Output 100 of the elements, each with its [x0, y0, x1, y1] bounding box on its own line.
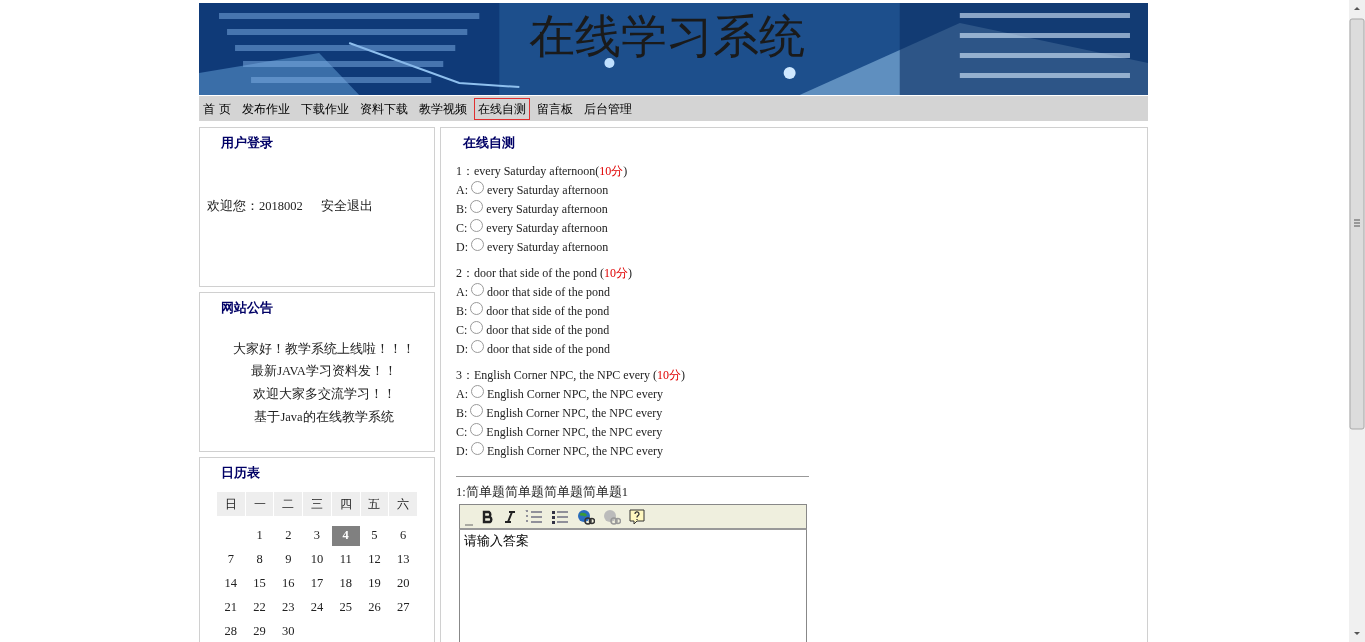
weekday-header: 五 [360, 491, 389, 516]
calendar-day[interactable]: 13 [389, 549, 417, 570]
weekday-header: 一 [245, 491, 274, 516]
option-text: door that side of the pond [486, 302, 610, 319]
radio-button[interactable] [470, 301, 484, 315]
weekday-header: 三 [303, 491, 331, 516]
calendar-day[interactable]: 24 [303, 597, 331, 618]
calendar-day[interactable]: 15 [245, 573, 274, 594]
calendar-day[interactable]: 19 [360, 573, 389, 594]
calendar-day[interactable]: 23 [274, 597, 303, 618]
weekday-header: 四 [331, 491, 360, 516]
nav-link[interactable]: 首 页 [199, 97, 235, 120]
option-letter: A: [456, 181, 468, 198]
nav-link[interactable]: 在线自测 [473, 97, 530, 120]
calendar-day[interactable]: 22 [245, 597, 274, 618]
option-letter: C: [456, 219, 468, 236]
option-text: door that side of the pond [486, 321, 610, 338]
radio-button[interactable] [470, 403, 484, 417]
calendar-day[interactable]: 28 [217, 621, 245, 642]
option-text: English Corner NPC, the NPC every [486, 404, 663, 421]
radio-button[interactable] [470, 199, 484, 213]
nav-link[interactable]: 留言板 [532, 97, 577, 120]
help-icon[interactable] [629, 508, 645, 525]
option-text: door that side of the pond [487, 283, 610, 300]
calendar-day[interactable]: 16 [274, 573, 303, 594]
calendar-day[interactable]: 11 [331, 549, 360, 570]
calendar-day[interactable]: 12 [360, 549, 389, 570]
calendar-day[interactable]: 2 [274, 525, 303, 546]
option-letter: A: [456, 385, 468, 402]
calendar-day[interactable]: 29 [245, 621, 274, 642]
calendar-day[interactable]: 18 [331, 573, 360, 594]
panel-title: 网站公告 [220, 299, 274, 317]
calendar-day[interactable]: 10 [303, 549, 331, 570]
calendar-day[interactable]: 26 [360, 597, 389, 618]
radio-button[interactable] [471, 237, 484, 251]
option-text: every Saturday afternoon [487, 181, 609, 198]
option-letter: B: [456, 404, 468, 421]
question-text: 2：door that side of the pond (10分) [456, 264, 633, 281]
answer-box[interactable]: 请输入答案 [459, 530, 807, 642]
option-text: every Saturday afternoon [487, 238, 609, 255]
weekday-header: 六 [389, 491, 417, 516]
calendar-day[interactable]: 1 [245, 525, 274, 546]
option-letter: C: [456, 423, 468, 440]
calendar-day[interactable]: 4 [331, 525, 360, 546]
calendar-day[interactable]: 17 [303, 573, 331, 594]
panel-title: 用户登录 [220, 134, 274, 152]
nav-link[interactable]: 发布作业 [237, 97, 294, 120]
question-text: 1：every Saturday afternoon(10分) [456, 162, 629, 179]
radio-button[interactable] [471, 441, 484, 455]
notice-item: 大家好！教学系统上线啦！！！ [233, 340, 415, 358]
notice-item: 欢迎大家多交流学习！！ [252, 386, 396, 403]
site-title: 在线学习系统 [529, 13, 805, 59]
calendar-day[interactable]: 14 [217, 573, 245, 594]
calendar-day[interactable]: 5 [360, 525, 389, 546]
calendar-day[interactable]: 6 [389, 525, 417, 546]
calendar-day[interactable]: 21 [217, 597, 245, 618]
option-text: every Saturday afternoon [486, 200, 608, 217]
unlink-icon [603, 508, 621, 525]
option-letter: D: [456, 238, 468, 255]
option-letter: C: [456, 321, 468, 338]
nav-link[interactable]: 下载作业 [296, 97, 353, 120]
option-text: English Corner NPC, the NPC every [487, 385, 663, 402]
bold-icon[interactable] [481, 509, 495, 524]
radio-button[interactable] [470, 422, 484, 436]
radio-button[interactable] [471, 180, 484, 194]
radio-button[interactable] [470, 320, 484, 334]
section-title: 在线自测 [462, 134, 516, 152]
option-text: English Corner NPC, the NPC every [486, 423, 663, 440]
option-letter: B: [456, 302, 468, 319]
option-text: English Corner NPC, the NPC every [487, 442, 663, 459]
logout-link[interactable]: 安全退出 [320, 196, 373, 216]
radio-button[interactable] [471, 339, 484, 353]
calendar-day[interactable]: 7 [217, 549, 245, 570]
scrollbar[interactable] [1349, 0, 1365, 642]
nav-link[interactable]: 资料下载 [355, 97, 412, 120]
option-letter: B: [456, 200, 468, 217]
weekday-header: 日 [217, 491, 245, 516]
italic-icon[interactable] [503, 509, 517, 524]
calendar-day[interactable]: 3 [303, 525, 331, 546]
nav-link[interactable]: 后台管理 [579, 97, 636, 120]
notice-item: 最新JAVA学习资料发！！ [251, 363, 397, 381]
radio-button[interactable] [471, 384, 484, 398]
calendar-day[interactable]: 9 [274, 549, 303, 570]
weekday-header: 二 [274, 491, 303, 516]
radio-button[interactable] [471, 282, 484, 296]
question-text: 1:简单题简单题简单题简单题1 [456, 483, 629, 501]
option-letter: A: [456, 283, 468, 300]
radio-button[interactable] [470, 218, 484, 232]
calendar-day[interactable]: 20 [389, 573, 417, 594]
panel-title: 日历表 [220, 464, 261, 482]
calendar-day[interactable]: 25 [331, 597, 360, 618]
calendar-day[interactable]: 27 [389, 597, 417, 618]
link-icon[interactable] [577, 508, 595, 525]
calendar-day[interactable]: 30 [274, 621, 303, 642]
numbered-list-icon[interactable] [525, 509, 543, 524]
notice-item: 基于Java的在线教学系统 [254, 408, 394, 426]
bullet-list-icon[interactable] [551, 509, 569, 524]
option-text: door that side of the pond [487, 340, 610, 357]
nav-link[interactable]: 教学视频 [414, 97, 471, 120]
calendar-day[interactable]: 8 [245, 549, 274, 570]
